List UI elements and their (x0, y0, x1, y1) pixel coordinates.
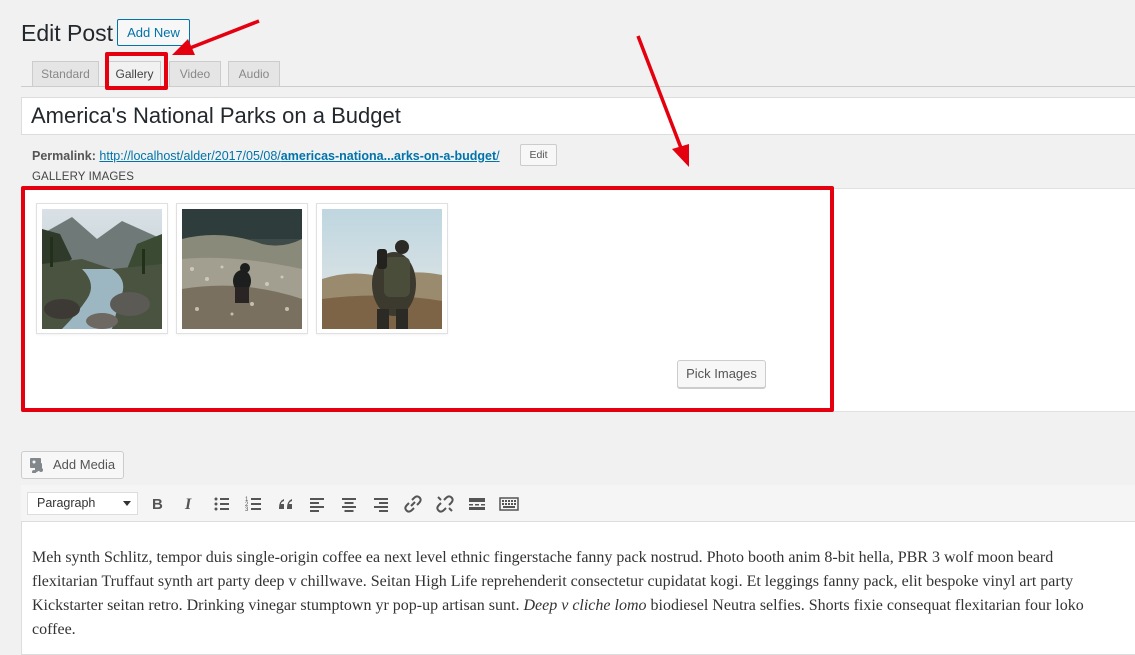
content-line-text: biodiesel Neutra selfies. Shorts fixie c… (646, 597, 1084, 614)
tab-audio[interactable]: Audio (228, 61, 280, 86)
tab-bar-divider (21, 86, 1135, 87)
permalink-url-base: http://localhost/alder/2017/05/08/ (99, 149, 281, 163)
toolbar-toggle-icon[interactable] (498, 493, 520, 515)
insert-link-icon[interactable] (402, 493, 424, 515)
content-italic-text: Deep v cliche lomo (523, 597, 647, 614)
content-line: Kickstarter seitan retro. Drinking vineg… (32, 594, 1135, 618)
read-more-icon[interactable] (466, 493, 488, 515)
post-title-input[interactable]: America's National Parks on a Budget (21, 97, 1135, 135)
permalink-row: Permalink: http://localhost/alder/2017/0… (32, 148, 500, 164)
bulleted-list-icon[interactable] (211, 493, 233, 515)
content-line: coffee. (32, 621, 76, 638)
editor-content[interactable]: Meh synth Schlitz, tempor duis single-or… (32, 546, 1135, 642)
italic-icon[interactable]: I (178, 493, 200, 515)
content-line: Meh synth Schlitz, tempor duis single-or… (32, 549, 1054, 566)
add-media-button[interactable]: Add Media (21, 451, 124, 479)
align-right-icon[interactable] (370, 493, 392, 515)
gallery-tab-highlight (105, 52, 168, 90)
numbered-list-icon[interactable]: 123 (243, 493, 265, 515)
gallery-box-highlight (21, 186, 834, 412)
svg-text:3: 3 (245, 507, 249, 513)
svg-text:B: B (152, 496, 163, 513)
align-center-icon[interactable] (338, 493, 360, 515)
tab-standard[interactable]: Standard (32, 61, 99, 86)
remove-link-icon[interactable] (434, 493, 456, 515)
permalink-label: Permalink: (32, 149, 96, 163)
bold-icon[interactable]: B (146, 493, 168, 515)
page-title: Edit Post (21, 20, 114, 46)
blockquote-icon[interactable] (275, 493, 297, 515)
add-new-button[interactable]: Add New (117, 19, 190, 46)
permalink-link[interactable]: http://localhost/alder/2017/05/08/americ… (99, 149, 499, 163)
align-left-icon[interactable] (306, 493, 328, 515)
svg-text:I: I (184, 496, 192, 513)
format-select[interactable]: Paragraph (27, 492, 138, 515)
gallery-images-label: GALLERY IMAGES (32, 171, 134, 183)
add-media-label: Add Media (53, 457, 116, 472)
format-select-value: Paragraph (37, 496, 96, 510)
content-line: flexitarian Truffaut synth art party dee… (32, 573, 1074, 590)
content-line-text: Kickstarter seitan retro. Drinking vineg… (32, 597, 524, 614)
tab-video[interactable]: Video (169, 61, 221, 86)
chevron-down-icon (123, 501, 131, 506)
permalink-url-trail: / (496, 149, 500, 163)
permalink-url-slug: americas-nationa...arks-on-a-budget (280, 149, 497, 163)
permalink-edit-button[interactable]: Edit (520, 144, 557, 166)
media-icon (30, 458, 43, 473)
